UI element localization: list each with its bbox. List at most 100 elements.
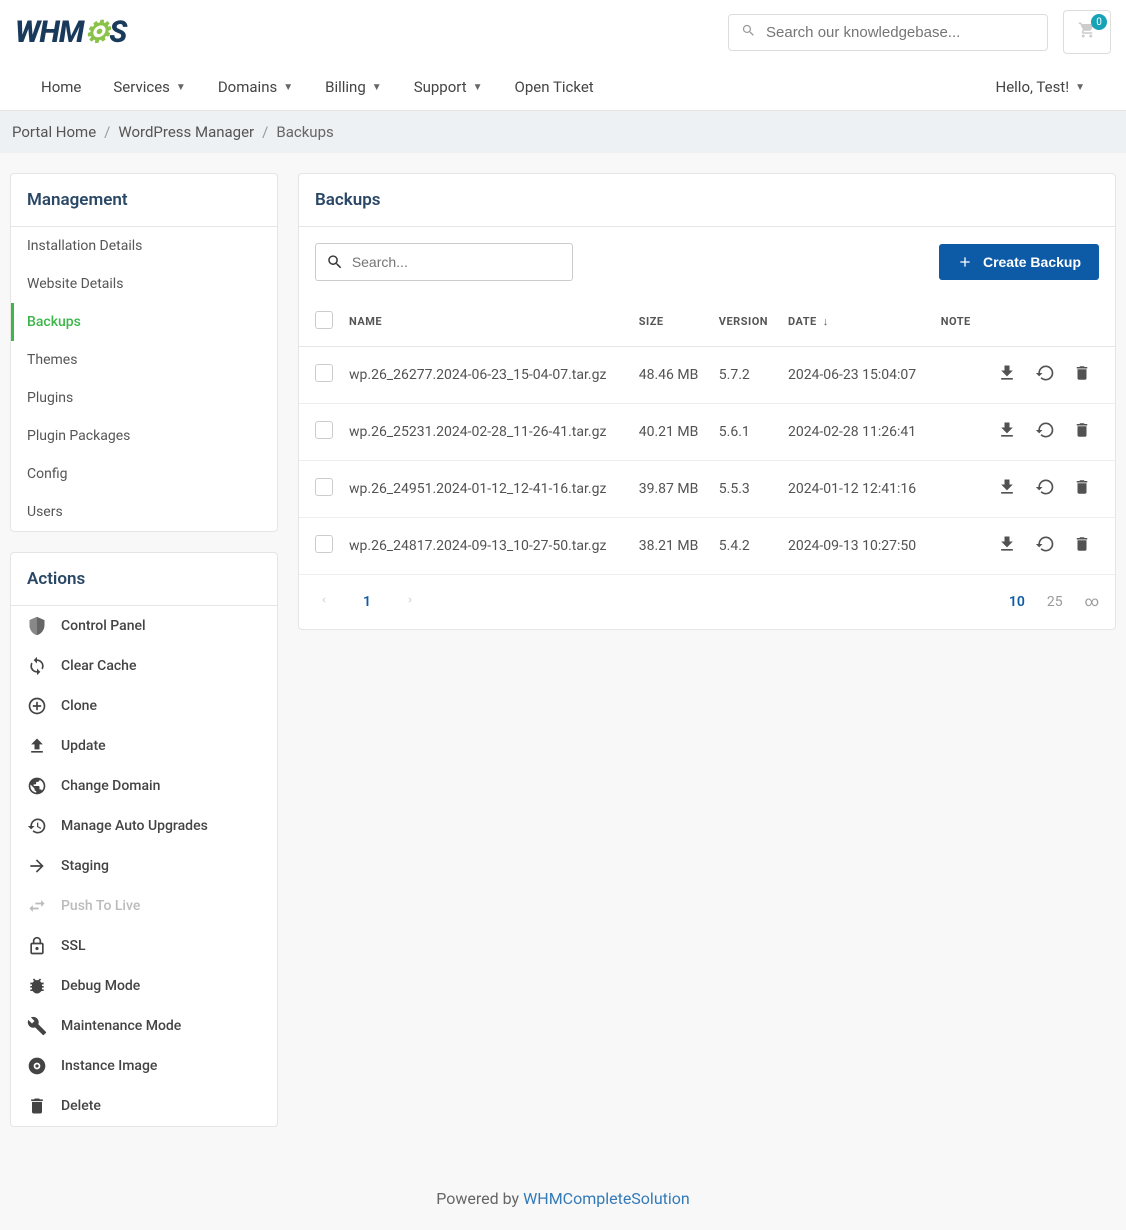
restore-icon[interactable]: [1035, 363, 1055, 387]
col-version[interactable]: VERSION: [711, 297, 780, 347]
nav-billing[interactable]: Billing▼: [309, 64, 398, 110]
cell-name: wp.26_24951.2024-01-12_12-41-16.tar.gz: [341, 461, 631, 518]
cell-version: 5.7.2: [711, 347, 780, 404]
cart-button[interactable]: 0: [1063, 10, 1111, 54]
download-icon[interactable]: [997, 420, 1017, 444]
row-checkbox[interactable]: [315, 535, 333, 553]
delete-icon[interactable]: [1073, 477, 1091, 501]
nav-domains[interactable]: Domains▼: [202, 64, 309, 110]
page-prev[interactable]: [315, 589, 333, 615]
action-debug-mode[interactable]: Debug Mode: [11, 966, 277, 1006]
mgmt-config[interactable]: Config: [11, 455, 277, 493]
cell-date: 2024-02-28 11:26:41: [780, 404, 933, 461]
nav-support[interactable]: Support▼: [398, 64, 499, 110]
row-checkbox[interactable]: [315, 421, 333, 439]
mgmt-website-details[interactable]: Website Details: [11, 265, 277, 303]
content-title: Backups: [299, 174, 1115, 227]
wrench-icon: [27, 1016, 47, 1036]
history-icon: [27, 816, 47, 836]
select-all-checkbox[interactable]: [315, 311, 333, 329]
caret-icon: ▼: [1075, 82, 1085, 93]
nav-services[interactable]: Services▼: [97, 64, 201, 110]
breadcrumb: Portal Home/WordPress Manager/Backups: [0, 111, 1126, 153]
upload-icon: [27, 736, 47, 756]
col-name[interactable]: NAME: [341, 297, 631, 347]
footer-link[interactable]: WHMCompleteSolution: [523, 1189, 690, 1208]
page-1[interactable]: 1: [355, 590, 379, 614]
shield-icon: [27, 616, 47, 636]
restore-icon[interactable]: [1035, 420, 1055, 444]
lock-icon: [27, 936, 47, 956]
download-icon[interactable]: [997, 534, 1017, 558]
cell-name: wp.26_26277.2024-06-23_15-04-07.tar.gz: [341, 347, 631, 404]
row-checkbox[interactable]: [315, 364, 333, 382]
col-note[interactable]: NOTE: [933, 297, 982, 347]
actions-header: Actions: [11, 553, 277, 606]
mgmt-plugins[interactable]: Plugins: [11, 379, 277, 417]
table-row: wp.26_25231.2024-02-28_11-26-41.tar.gz40…: [299, 404, 1115, 461]
breadcrumb-link[interactable]: WordPress Manager: [118, 123, 254, 141]
delete-icon[interactable]: [1073, 363, 1091, 387]
action-clone[interactable]: Clone: [11, 686, 277, 726]
cell-date: 2024-09-13 10:27:50: [780, 518, 933, 575]
action-update[interactable]: Update: [11, 726, 277, 766]
mgmt-themes[interactable]: Themes: [11, 341, 277, 379]
action-control-panel[interactable]: Control Panel: [11, 606, 277, 646]
caret-icon: ▼: [372, 82, 382, 93]
table-search[interactable]: [315, 243, 573, 281]
action-maintenance-mode[interactable]: Maintenance Mode: [11, 1006, 277, 1046]
cell-name: wp.26_25231.2024-02-28_11-26-41.tar.gz: [341, 404, 631, 461]
disc-icon: [27, 1056, 47, 1076]
mgmt-users[interactable]: Users: [11, 493, 277, 531]
caret-icon: ▼: [473, 82, 483, 93]
breadcrumb-link[interactable]: Portal Home: [12, 123, 96, 141]
page-size-10[interactable]: 10: [1009, 594, 1025, 610]
download-icon[interactable]: [997, 363, 1017, 387]
row-checkbox[interactable]: [315, 478, 333, 496]
action-change-domain[interactable]: Change Domain: [11, 766, 277, 806]
action-delete[interactable]: Delete: [11, 1086, 277, 1126]
logo[interactable]: WHM⚙S: [15, 15, 126, 50]
cell-date: 2024-01-12 12:41:16: [780, 461, 933, 518]
globe-icon: [27, 776, 47, 796]
nav-home[interactable]: Home: [25, 64, 97, 110]
mgmt-plugin-packages[interactable]: Plugin Packages: [11, 417, 277, 455]
cell-note: [933, 518, 982, 575]
table-search-input[interactable]: [352, 254, 562, 270]
action-ssl[interactable]: SSL: [11, 926, 277, 966]
management-header: Management: [11, 174, 277, 227]
page-size-∞[interactable]: ∞: [1085, 594, 1099, 610]
restore-icon[interactable]: [1035, 477, 1055, 501]
action-clear-cache[interactable]: Clear Cache: [11, 646, 277, 686]
action-push-to-live: Push To Live: [11, 886, 277, 926]
restore-icon[interactable]: [1035, 534, 1055, 558]
download-icon[interactable]: [997, 477, 1017, 501]
trash-icon: [27, 1096, 47, 1116]
page-next[interactable]: [401, 589, 419, 615]
nav-open-ticket[interactable]: Open Ticket: [499, 64, 610, 110]
kb-search[interactable]: [728, 14, 1048, 51]
create-backup-button[interactable]: Create Backup: [939, 244, 1099, 280]
plus-circle-icon: [27, 696, 47, 716]
cell-size: 40.21 MB: [631, 404, 711, 461]
cart-badge: 0: [1091, 14, 1107, 30]
table-row: wp.26_24817.2024-09-13_10-27-50.tar.gz38…: [299, 518, 1115, 575]
cell-note: [933, 347, 982, 404]
mgmt-backups[interactable]: Backups: [11, 303, 277, 341]
caret-icon: ▼: [176, 82, 186, 93]
footer: Powered by WHMCompleteSolution: [0, 1167, 1126, 1230]
col-size[interactable]: SIZE: [631, 297, 711, 347]
table-row: wp.26_26277.2024-06-23_15-04-07.tar.gz48…: [299, 347, 1115, 404]
action-manage-auto-upgrades[interactable]: Manage Auto Upgrades: [11, 806, 277, 846]
refresh-dots-icon: [27, 656, 47, 676]
kb-search-input[interactable]: [766, 24, 1035, 41]
user-menu[interactable]: Hello, Test!▼: [980, 64, 1102, 110]
action-staging[interactable]: Staging: [11, 846, 277, 886]
page-size-25[interactable]: 25: [1047, 594, 1063, 610]
col-date[interactable]: DATE↓: [780, 297, 933, 347]
delete-icon[interactable]: [1073, 420, 1091, 444]
caret-icon: ▼: [283, 82, 293, 93]
delete-icon[interactable]: [1073, 534, 1091, 558]
mgmt-installation-details[interactable]: Installation Details: [11, 227, 277, 265]
action-instance-image[interactable]: Instance Image: [11, 1046, 277, 1086]
